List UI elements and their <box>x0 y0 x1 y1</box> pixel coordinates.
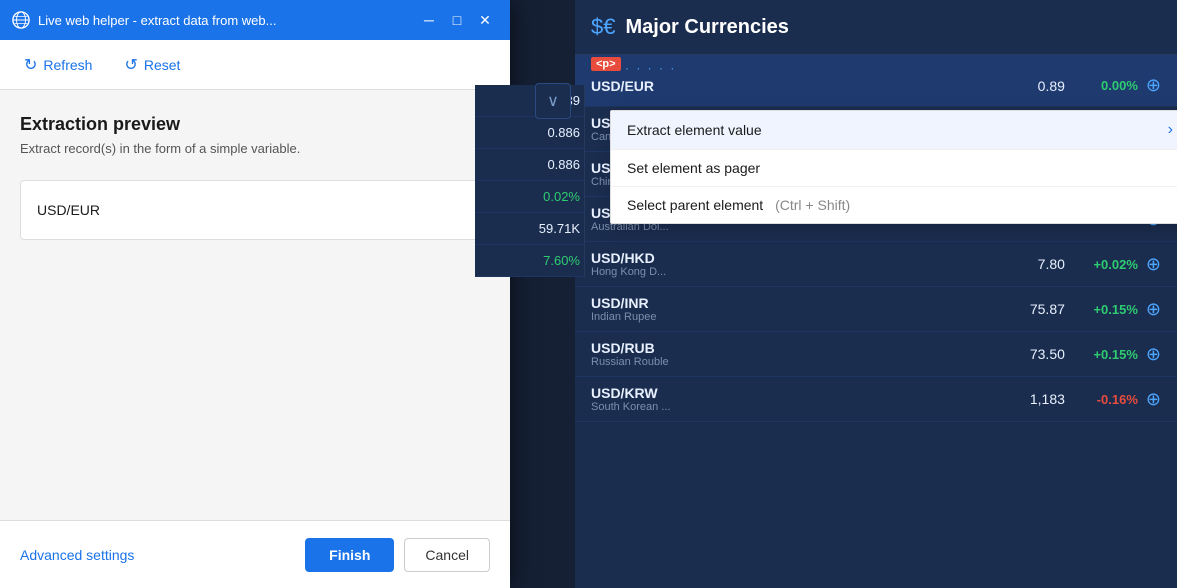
currency-pair-5: USD/INR <box>591 295 1005 311</box>
cancel-button[interactable]: Cancel <box>404 538 490 572</box>
currency-row-5[interactable]: USD/INR Indian Rupee 75.87 +0.15% ⊕ <box>575 287 1177 332</box>
preview-value: USD/EUR <box>37 202 100 218</box>
p-tag-badge: <p> <box>591 57 621 71</box>
dots-indicator: · · · · · <box>625 61 676 75</box>
dialog-content: Extraction preview Extract record(s) in … <box>0 90 510 520</box>
currency-value-7: 1,183 <box>1005 391 1065 407</box>
currency-pair-7: USD/KRW <box>591 385 1005 401</box>
currency-icon: $€ <box>591 14 615 40</box>
currency-add-6[interactable]: ⊕ <box>1146 344 1161 365</box>
partial-val-2: 0.886 <box>475 149 584 181</box>
currency-panel: $€ Major Currencies <p> · · · · · USD/EU… <box>575 0 1177 588</box>
submenu-arrow-icon: › <box>1168 121 1173 139</box>
finish-button[interactable]: Finish <box>305 538 394 572</box>
chevron-down-button[interactable]: ∨ <box>535 83 571 119</box>
refresh-icon: ↻ <box>24 55 37 75</box>
partial-val-5: 7.60% <box>475 245 584 277</box>
preview-box: USD/EUR <box>20 180 490 240</box>
footer-buttons: Finish Cancel <box>305 538 490 572</box>
close-button[interactable]: ✕ <box>472 7 498 33</box>
currency-change-6: +0.15% <box>1073 347 1138 362</box>
minimize-button[interactable]: ─ <box>416 7 442 33</box>
globe-icon <box>12 11 30 29</box>
currency-name-4: USD/HKD Hong Kong D... <box>591 250 1005 278</box>
currency-value-5: 75.87 <box>1005 301 1065 317</box>
currency-add-0[interactable]: ⊕ <box>1146 75 1161 96</box>
chevron-down-icon: ∨ <box>547 91 559 111</box>
context-menu-item-parent[interactable]: Select parent element (Ctrl + Shift) <box>611 187 1177 223</box>
dialog-title: Live web helper - extract data from web.… <box>38 13 414 28</box>
currency-add-4[interactable]: ⊕ <box>1146 254 1161 275</box>
context-menu-extract-label: Extract element value <box>627 122 1168 138</box>
currency-name-5: USD/INR Indian Rupee <box>591 295 1005 323</box>
currency-row-first[interactable]: <p> · · · · · USD/EUR 0.89 0.00% ⊕ <box>575 55 1177 107</box>
extraction-subtitle: Extract record(s) in the form of a simpl… <box>20 141 490 156</box>
currency-sub-6: Russian Rouble <box>591 356 1005 368</box>
currency-name-7: USD/KRW South Korean ... <box>591 385 1005 413</box>
currency-name-0: USD/EUR <box>591 78 1005 94</box>
currency-name-6: USD/RUB Russian Rouble <box>591 340 1005 368</box>
currency-row-4[interactable]: USD/HKD Hong Kong D... 7.80 +0.02% ⊕ <box>575 242 1177 287</box>
context-menu: Extract element value › Text: ('USD/EUR'… <box>610 110 1177 224</box>
currency-change-7: -0.16% <box>1073 392 1138 407</box>
currency-value-6: 73.50 <box>1005 346 1065 362</box>
context-menu-pager-label: Set element as pager <box>627 160 1173 176</box>
currency-panel-title: Major Currencies <box>625 16 788 39</box>
dialog-titlebar: Live web helper - extract data from web.… <box>0 0 510 40</box>
currency-row-7[interactable]: USD/KRW South Korean ... 1,183 -0.16% ⊕ <box>575 377 1177 422</box>
currency-sub-5: Indian Rupee <box>591 311 1005 323</box>
reset-icon: ↺ <box>124 55 137 75</box>
currency-add-5[interactable]: ⊕ <box>1146 299 1161 320</box>
currency-change-5: +0.15% <box>1073 302 1138 317</box>
reset-button[interactable]: ↺ Reset <box>116 51 188 79</box>
currency-add-7[interactable]: ⊕ <box>1146 389 1161 410</box>
dialog-toolbar: ↻ Refresh ↺ Reset <box>0 40 510 90</box>
chevron-area: ∨ <box>535 83 571 119</box>
dialog-footer: Advanced settings Finish Cancel <box>0 520 510 588</box>
context-menu-item-extract[interactable]: Extract element value › Text: ('USD/EUR'… <box>611 111 1177 150</box>
currency-row-6[interactable]: USD/RUB Russian Rouble 73.50 +0.15% ⊕ <box>575 332 1177 377</box>
currency-pair-4: USD/HKD <box>591 250 1005 266</box>
currency-change-4: +0.02% <box>1073 257 1138 272</box>
maximize-button[interactable]: □ <box>444 7 470 33</box>
context-menu-parent-label: Select parent element (Ctrl + Shift) <box>627 197 1173 213</box>
shortcut-label: (Ctrl + Shift) <box>775 197 850 213</box>
currency-sub-7: South Korean ... <box>591 401 1005 413</box>
refresh-label: Refresh <box>43 57 92 73</box>
currency-sub-4: Hong Kong D... <box>591 266 1005 278</box>
currency-header: $€ Major Currencies <box>575 0 1177 55</box>
currency-value-4: 7.80 <box>1005 256 1065 272</box>
reset-label: Reset <box>144 57 181 73</box>
extraction-title: Extraction preview <box>20 114 490 135</box>
advanced-settings-link[interactable]: Advanced settings <box>20 547 134 563</box>
partial-val-3: 0.02% <box>475 181 584 213</box>
currency-value-0: 0.89 <box>1005 78 1065 94</box>
partial-val-1: 0.886 <box>475 117 584 149</box>
context-menu-item-pager[interactable]: Set element as pager <box>611 150 1177 187</box>
currency-pair-0: USD/EUR <box>591 78 1005 94</box>
currency-pair-6: USD/RUB <box>591 340 1005 356</box>
currency-change-0: 0.00% <box>1073 78 1138 93</box>
refresh-button[interactable]: ↻ Refresh <box>16 51 100 79</box>
dialog-panel: Live web helper - extract data from web.… <box>0 0 510 588</box>
partial-val-4: 59.71K <box>475 213 584 245</box>
